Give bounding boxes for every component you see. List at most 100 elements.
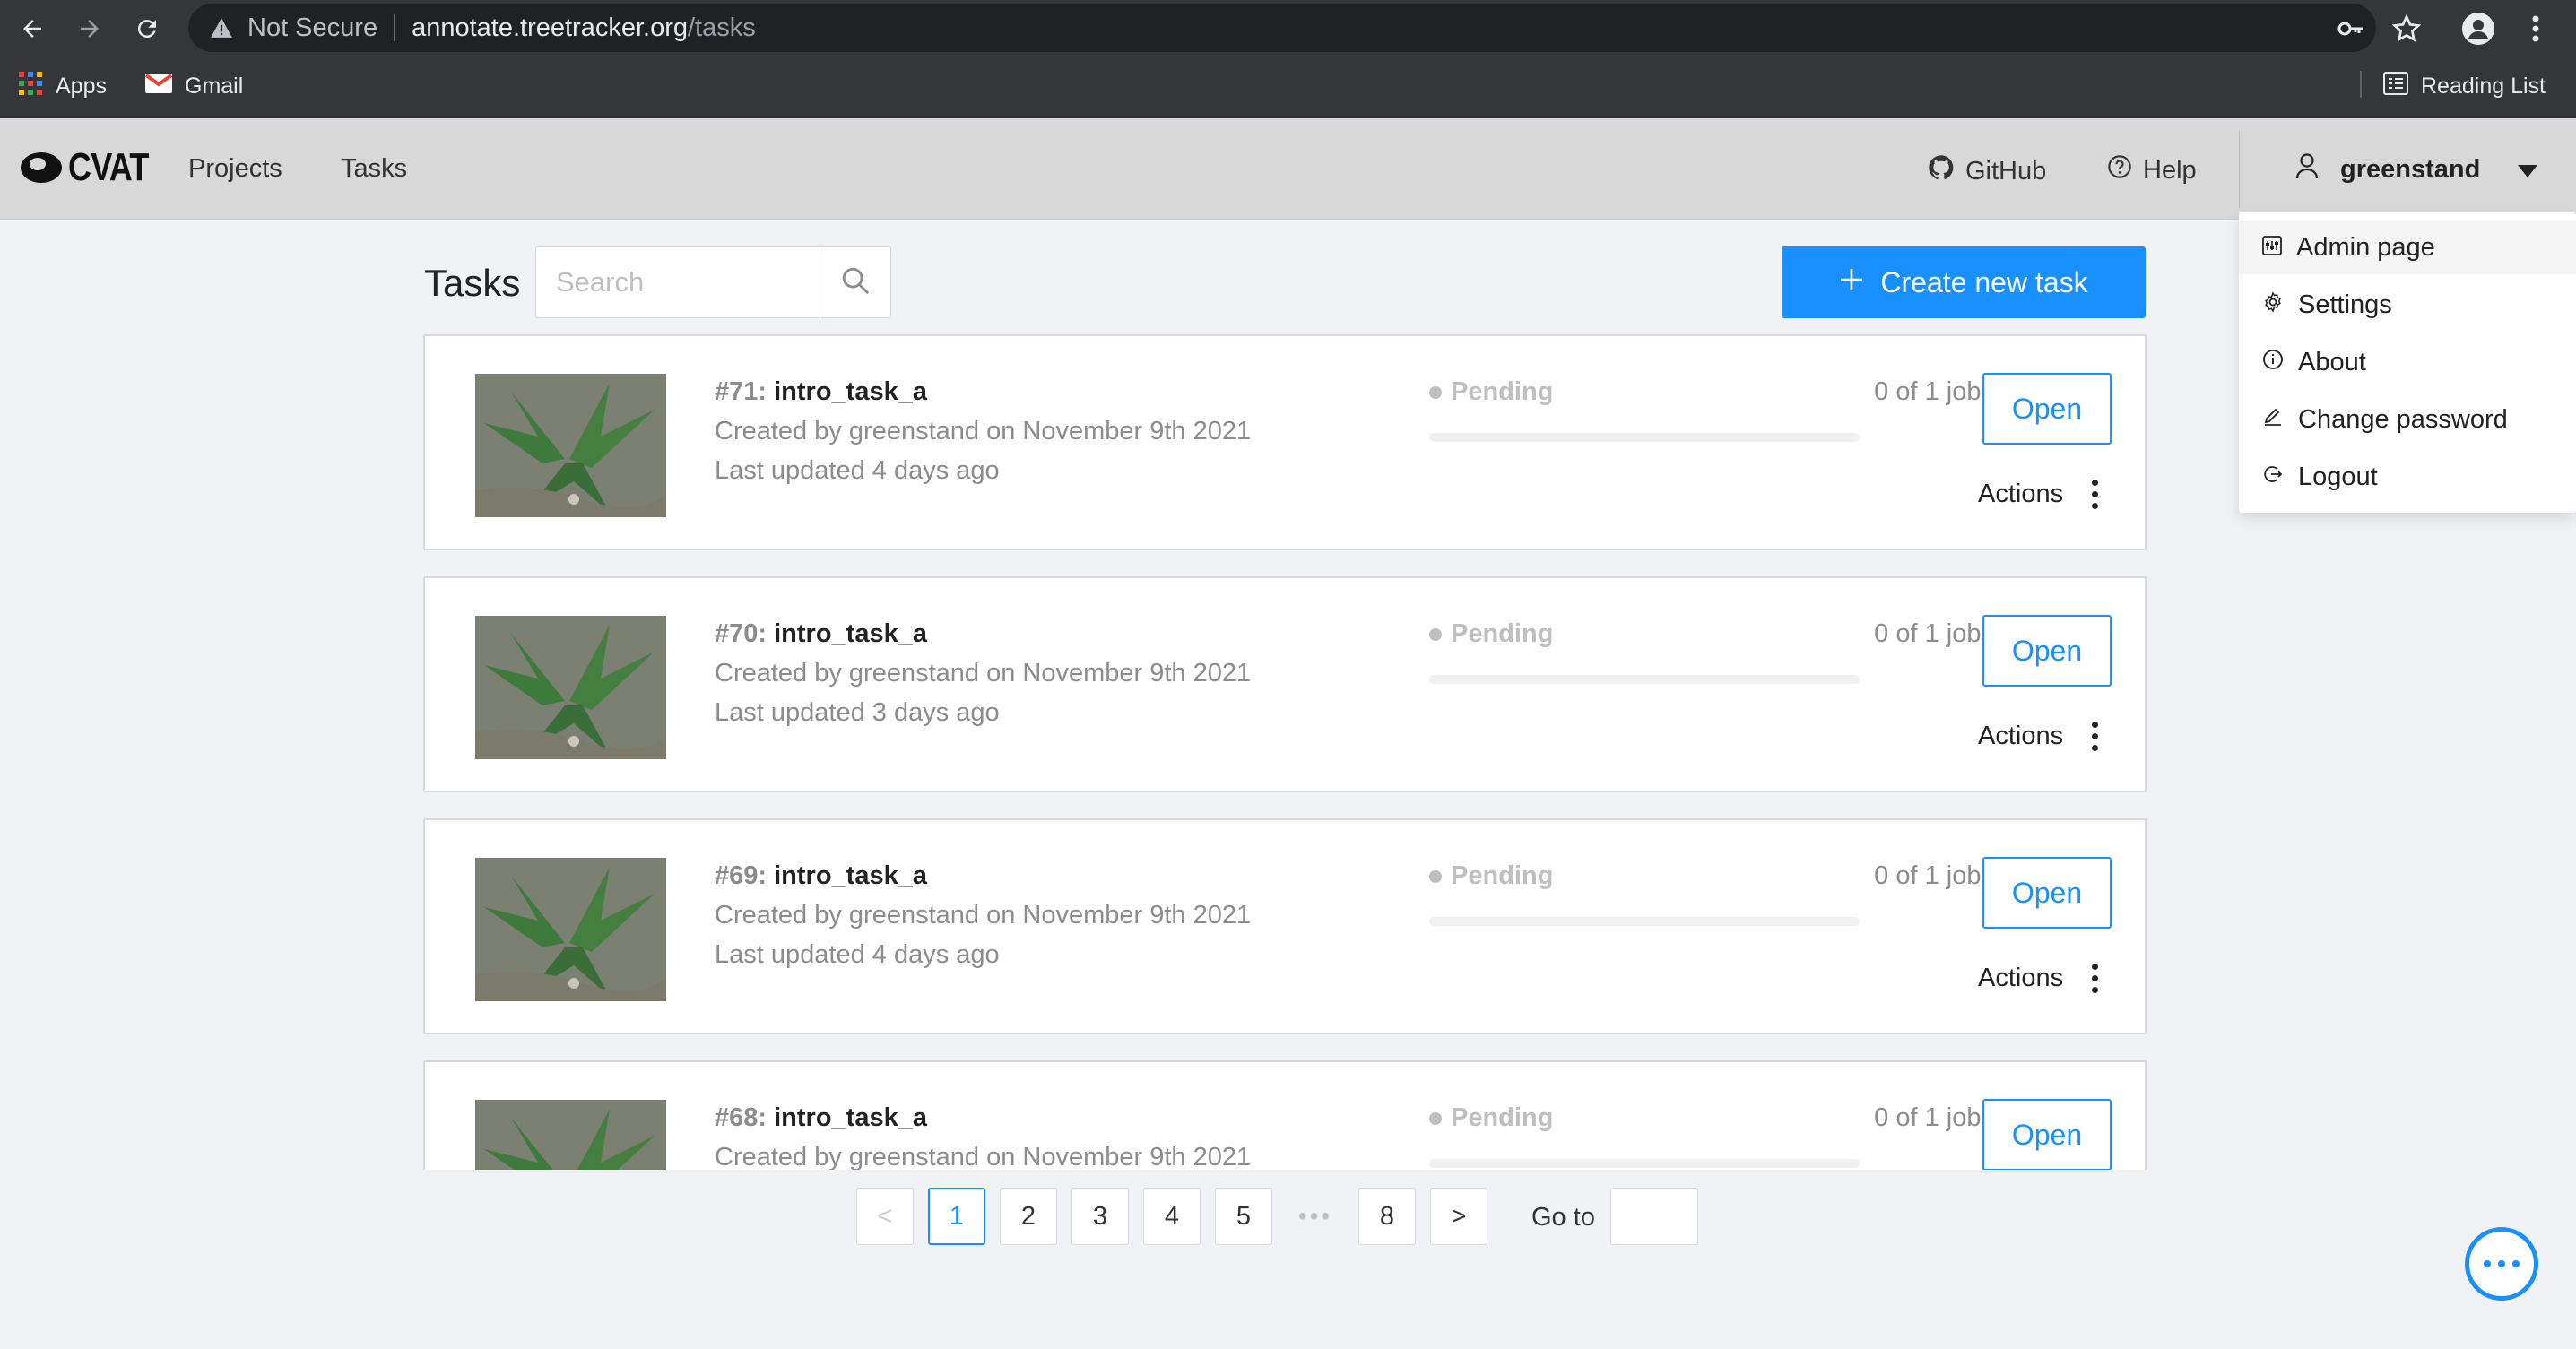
nav-projects[interactable]: Projects bbox=[188, 154, 282, 184]
next-page-button[interactable]: > bbox=[1430, 1188, 1487, 1245]
task-status: Pending bbox=[1429, 861, 1553, 891]
task-preview-image bbox=[475, 1100, 666, 1170]
reading-list[interactable]: Reading List bbox=[2383, 72, 2546, 101]
status-dot bbox=[1429, 385, 1442, 399]
actions-label: Actions bbox=[1978, 722, 2064, 750]
create-new-task-button[interactable]: Create new task bbox=[1782, 246, 2146, 318]
menu-admin-page[interactable]: Admin page bbox=[2239, 221, 2576, 274]
task-number: #70: bbox=[715, 619, 768, 648]
task-jobs: 0 of 1 jobs bbox=[1874, 619, 1994, 648]
chat-dot bbox=[2498, 1260, 2505, 1267]
bookmark-gmail[interactable]: Gmail bbox=[144, 73, 243, 99]
cvat-logo[interactable]: CVAT bbox=[20, 145, 166, 190]
page-title: Tasks bbox=[424, 262, 521, 304]
address-bar[interactable]: Not Secure annotate.treetracker.org/task… bbox=[188, 4, 2376, 52]
open-task-button[interactable]: Open bbox=[1982, 857, 2112, 929]
task-item: #71: intro_task_a Created by greenstand … bbox=[423, 334, 2147, 550]
search-icon bbox=[840, 265, 871, 300]
task-title[interactable]: #70: intro_task_a bbox=[715, 619, 927, 649]
reading-list-label: Reading List bbox=[2421, 74, 2546, 99]
task-number: #71: bbox=[715, 377, 768, 406]
jump-next-ellipsis[interactable]: ••• bbox=[1287, 1188, 1344, 1245]
task-progress-bar bbox=[1429, 433, 1860, 442]
menu-change-password[interactable]: Change password bbox=[2239, 393, 2576, 446]
user-menu-trigger[interactable]: greenstand bbox=[2295, 152, 2538, 186]
status-dot bbox=[1429, 1111, 1442, 1125]
task-title[interactable]: #69: intro_task_a bbox=[715, 861, 927, 891]
bookmark-apps[interactable]: Apps bbox=[18, 71, 107, 102]
back-icon[interactable] bbox=[13, 9, 52, 48]
user-icon bbox=[2295, 152, 2319, 186]
task-preview-image bbox=[475, 374, 666, 517]
browser-menu-icon[interactable] bbox=[2520, 13, 2552, 45]
task-title[interactable]: #71: intro_task_a bbox=[715, 377, 927, 407]
page-8[interactable]: 8 bbox=[1358, 1188, 1416, 1245]
reload-icon[interactable] bbox=[127, 9, 167, 48]
header-divider bbox=[2239, 131, 2240, 208]
status-label: Pending bbox=[1451, 377, 1554, 406]
task-progress-bar bbox=[1429, 917, 1860, 926]
task-actions-menu[interactable]: Actions bbox=[1978, 480, 2099, 509]
search-input[interactable] bbox=[535, 246, 820, 318]
task-progress-bar bbox=[1429, 1159, 1860, 1168]
github-label: GitHub bbox=[1965, 156, 2047, 186]
omnibox-divider bbox=[394, 14, 396, 41]
gear-icon bbox=[2262, 290, 2284, 320]
create-task-label: Create new task bbox=[1880, 265, 2088, 298]
nav-tasks[interactable]: Tasks bbox=[341, 154, 407, 184]
task-actions-menu[interactable]: Actions bbox=[1978, 964, 2099, 993]
task-updated: Last updated 3 days ago bbox=[715, 698, 1000, 727]
task-name: intro_task_a bbox=[774, 619, 927, 648]
chat-dot bbox=[2484, 1260, 2491, 1267]
page-3[interactable]: 3 bbox=[1071, 1188, 1129, 1245]
open-task-button[interactable]: Open bbox=[1982, 615, 2112, 687]
menu-settings[interactable]: Settings bbox=[2239, 278, 2576, 332]
user-dropdown-menu: Admin page Settings About Change passwor… bbox=[2239, 212, 2576, 513]
task-list: #71: intro_task_a Created by greenstand … bbox=[423, 334, 2147, 1170]
goto-page-input[interactable] bbox=[1610, 1188, 1698, 1245]
search-button[interactable] bbox=[820, 246, 891, 318]
menu-label: Settings bbox=[2298, 290, 2392, 319]
caret-down-icon bbox=[2518, 155, 2538, 185]
chat-dot bbox=[2512, 1260, 2520, 1267]
status-dot bbox=[1429, 869, 1442, 883]
open-task-button[interactable]: Open bbox=[1982, 373, 2112, 445]
menu-about[interactable]: About bbox=[2239, 335, 2576, 389]
page-5[interactable]: 5 bbox=[1215, 1188, 1272, 1245]
task-created: Created by greenstand on November 9th 20… bbox=[715, 659, 1252, 687]
task-preview-image bbox=[475, 858, 666, 1001]
task-name: intro_task_a bbox=[774, 861, 927, 890]
browser-toolbar: Not Secure annotate.treetracker.org/task… bbox=[0, 0, 2576, 56]
open-task-button[interactable]: Open bbox=[1982, 1099, 2112, 1170]
actions-label: Actions bbox=[1978, 964, 2064, 992]
forward-icon[interactable] bbox=[70, 9, 109, 48]
admin-icon bbox=[2262, 233, 2282, 263]
profile-icon[interactable] bbox=[2462, 13, 2494, 45]
help-link[interactable]: Help bbox=[2107, 154, 2197, 186]
help-label: Help bbox=[2143, 155, 2197, 185]
star-icon[interactable] bbox=[2390, 13, 2423, 45]
prev-page-button[interactable]: < bbox=[856, 1188, 914, 1245]
task-name: intro_task_a bbox=[774, 377, 927, 406]
username: greenstand bbox=[2340, 154, 2481, 184]
task-preview-image bbox=[475, 616, 666, 759]
task-created: Created by greenstand on November 9th 20… bbox=[715, 1143, 1252, 1170]
task-title[interactable]: #68: intro_task_a bbox=[715, 1103, 927, 1133]
more-vertical-icon bbox=[2092, 964, 2099, 993]
url-path: /tasks bbox=[688, 13, 756, 42]
task-updated: Last updated 4 days ago bbox=[715, 940, 1000, 969]
bookmarks-divider bbox=[2360, 71, 2362, 98]
page-1[interactable]: 1 bbox=[928, 1188, 985, 1245]
task-actions-menu[interactable]: Actions bbox=[1978, 722, 2099, 751]
menu-label: About bbox=[2298, 347, 2366, 376]
menu-logout[interactable]: Logout bbox=[2239, 450, 2576, 504]
logout-icon bbox=[2262, 463, 2284, 492]
github-link[interactable]: GitHub bbox=[1928, 154, 2046, 188]
task-status: Pending bbox=[1429, 377, 1553, 407]
page-4[interactable]: 4 bbox=[1143, 1188, 1201, 1245]
task-item: #68: intro_task_a Created by greenstand … bbox=[423, 1060, 2147, 1170]
key-icon[interactable] bbox=[2335, 13, 2367, 45]
url-domain: annotate.treetracker.org bbox=[412, 13, 688, 42]
chat-support-button[interactable] bbox=[2465, 1227, 2538, 1301]
page-2[interactable]: 2 bbox=[1000, 1188, 1057, 1245]
